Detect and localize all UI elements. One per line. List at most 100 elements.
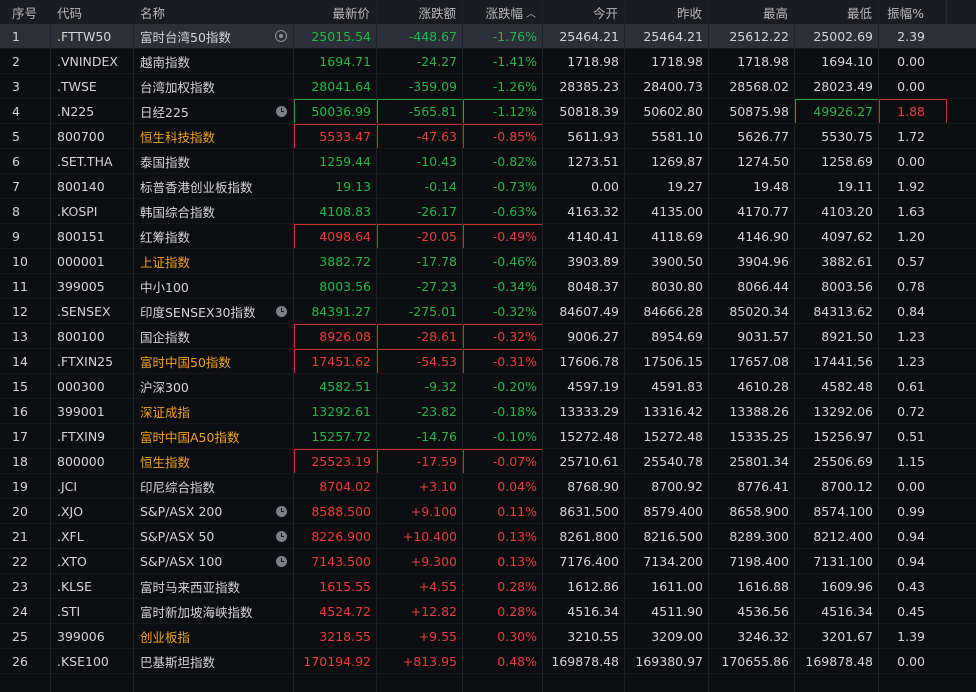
cell-high: 3904.96: [709, 249, 795, 274]
header-open[interactable]: 今开: [543, 0, 625, 24]
cell-low-value: 8700.12: [821, 479, 873, 494]
table-row[interactable]: 16 399001 深证成指 13292.61 -23.82 -0.18% 13333.29…: [0, 399, 976, 424]
cell-open-value: 8631.500: [559, 504, 619, 519]
cell-amplitude: 0.51: [879, 424, 947, 449]
header-code[interactable]: 代码: [51, 0, 134, 24]
table-row[interactable]: 3 .TWSE 台湾加权指数 28041.64 -359.09 -1.26% 28385.2…: [0, 74, 976, 99]
table-row[interactable]: 7 800140 标普香港创业板指数 19.13 -0.14 -0.73% 0.00 19.2…: [0, 174, 976, 199]
table-row[interactable]: 20 .XJO S&P/ASX 200 8588.500 +9.100 0.11% 8631…: [0, 499, 976, 524]
header-index[interactable]: 序号: [0, 0, 51, 24]
header-change[interactable]: 涨跌额: [377, 0, 463, 24]
cell-open-value: 5611.93: [567, 129, 619, 144]
cell-low: 169878.48: [795, 649, 879, 674]
header-name[interactable]: 名称: [134, 0, 294, 24]
cell-open: 84607.49: [543, 299, 625, 324]
cell-prev-close: 1269.87: [625, 149, 709, 174]
table-row[interactable]: 12 .SENSEX 印度SENSEX30指数 84391.27 -275.01 -0.3…: [0, 299, 976, 324]
cell-name: 印尼综合指数: [134, 474, 294, 499]
cell-prev-close: 15272.48: [625, 424, 709, 449]
header-high[interactable]: 最高: [709, 0, 795, 24]
header-change-pct[interactable]: 涨跌幅 ︿: [463, 0, 543, 24]
table-row[interactable]: 8 .KOSPI 韩国综合指数 4108.83 -26.17 -0.63% 4163.32 4…: [0, 199, 976, 224]
cell-open: 4163.32: [543, 199, 625, 224]
cell-open-value: 84607.49: [559, 304, 619, 319]
cell-change: +9.55: [377, 624, 463, 649]
cell-prev-close-value: 8216.500: [643, 529, 703, 544]
cell-name: 富时马来西亚指数: [134, 574, 294, 599]
table-row[interactable]: 19 .JCI 印尼综合指数 8704.02 +3.10 0.04% 8768.90 8700…: [0, 474, 976, 499]
cell-last: 3218.55: [294, 624, 377, 649]
cell-high: 8066.44: [709, 274, 795, 299]
table-row[interactable]: 2 .VNINDEX 越南指数 1694.71 -24.27 -1.41% 1718.98 1…: [0, 49, 976, 74]
cell-index: 6: [0, 149, 51, 174]
table-row[interactable]: 22 .XTO S&P/ASX 100 7143.500 +9.300 0.13% 7176…: [0, 549, 976, 574]
cell-prev-close: 1718.98: [625, 49, 709, 74]
cell-index-value: 18: [12, 454, 28, 469]
cell-code: 800700: [51, 124, 134, 149]
cell-code-value: .FTXIN25: [57, 354, 114, 369]
header-amplitude[interactable]: 振幅%: [879, 0, 947, 24]
table-row[interactable]: 13 800100 国企指数 8926.08 -28.61 -0.32% 9006.27 89…: [0, 324, 976, 349]
cell-change-pct-value: -1.76%: [492, 29, 537, 44]
cell-low-value: 13292.06: [813, 404, 873, 419]
cell-last: 3882.72: [294, 249, 377, 274]
cell-last: 1615.55: [294, 574, 377, 599]
cell-prev-close: 25464.21: [625, 24, 709, 49]
cell-prev-close: 8700.92: [625, 474, 709, 499]
cell-code: .KSE100: [51, 649, 134, 674]
table-header: 序号 代码 名称 最新价 涨跌额 涨跌幅 ︿ 今开 昨收 最高 最低 振幅%: [0, 0, 976, 24]
cell-code-value: 399006: [57, 629, 105, 644]
cell-amplitude: 0.78: [879, 274, 947, 299]
cell-change-value: -448.67: [408, 29, 457, 44]
cell-change: +12.82: [377, 599, 463, 624]
cell-low-value: 49926.27: [813, 104, 873, 119]
header-low[interactable]: 最低: [795, 0, 879, 24]
table-row[interactable]: 1 .FTTW50 富时台湾50指数 25015.54 -448.67 -1.76% 254…: [0, 24, 976, 49]
table-row[interactable]: 21 .XFL S&P/ASX 50 8226.900 +10.400 0.13% 8261…: [0, 524, 976, 549]
cell-index-value: 13: [12, 329, 28, 344]
table-row[interactable]: 25 399006 创业板指 3218.55 +9.55 0.30% 3210.55 3209…: [0, 624, 976, 649]
cell-high: 8289.300: [709, 524, 795, 549]
cell-low: 5530.75: [795, 124, 879, 149]
cell-last: 84391.27: [294, 299, 377, 324]
cell-name-value: 巴基斯坦指数: [140, 655, 216, 670]
cell-code: .STI: [51, 599, 134, 624]
header-last[interactable]: 最新价: [294, 0, 377, 24]
table-row[interactable]: 26 .KSE100 巴基斯坦指数 170194.92 +813.95 0.48% 1698…: [0, 649, 976, 674]
table-row[interactable]: 14 .FTXIN25 富时中国50指数 17451.62 -54.53 -0.31% 17…: [0, 349, 976, 374]
cell-open: 13333.29: [543, 399, 625, 424]
table-row[interactable]: 24 .STI 富时新加坡海峡指数 4524.72 +12.82 0.28% 4516.34…: [0, 599, 976, 624]
cell-name-value: 创业板指: [140, 630, 191, 645]
table-row[interactable]: 4 .N225 日经225 50036.99 -565.81 -1.12% 50818.39…: [0, 99, 976, 124]
cell-high: 8658.900: [709, 499, 795, 524]
cell-change-pct: 0.28%: [463, 574, 543, 599]
cell-prev-close: 8030.80: [625, 274, 709, 299]
header-prev-close[interactable]: 昨收: [625, 0, 709, 24]
cell-name: 日经225: [134, 99, 294, 124]
cell-amplitude-value: 0.94: [897, 529, 925, 544]
table-row[interactable]: 9 800151 红筹指数 4098.64 -20.05 -0.49% 4140.41 411…: [0, 224, 976, 249]
cell-name-value: 富时中国50指数: [140, 355, 231, 370]
cell-amplitude: 0.00: [879, 649, 947, 674]
cell-prev-close: 4135.00: [625, 199, 709, 224]
cell-change-pct-value: -0.46%: [492, 254, 537, 269]
cell-name: 韩国综合指数: [134, 199, 294, 224]
table-row[interactable]: 18 800000 恒生指数 25523.19 -17.59 -0.07% 25710.61…: [0, 449, 976, 474]
cell-prev-close: 17506.15: [625, 349, 709, 374]
cell-change-pct: -0.10%: [463, 424, 543, 449]
table-row[interactable]: 23 .KLSE 富时马来西亚指数 1615.55 +4.55 0.28% 1612.86 1…: [0, 574, 976, 599]
cell-last: 8588.500: [294, 499, 377, 524]
table-row[interactable]: 15 000300 沪深300 4582.51 -9.32 -0.20% 4597.19 45…: [0, 374, 976, 399]
table-row[interactable]: 6 .SET.THA 泰国指数 1259.44 -10.43 -0.82% 1273.51 1…: [0, 149, 976, 174]
table-row[interactable]: 5 800700 恒生科技指数 5533.47 -47.63 -0.85% 5611.93 5…: [0, 124, 976, 149]
cell-open: 15272.48: [543, 424, 625, 449]
cell-name: 台湾加权指数: [134, 74, 294, 99]
table-row[interactable]: 17 .FTXIN9 富时中国A50指数 15257.72 -14.76 -0.10% 15…: [0, 424, 976, 449]
cell-high: 25612.22: [709, 24, 795, 49]
cell-name-value: 印尼综合指数: [140, 480, 216, 495]
table-row[interactable]: 10 000001 上证指数 3882.72 -17.78 -0.46% 3903.89 39…: [0, 249, 976, 274]
table-row[interactable]: 11 399005 中小100 8003.56 -27.23 -0.34% 8048.37 8…: [0, 274, 976, 299]
header-low-label: 最低: [846, 5, 872, 21]
cell-high-value: 4610.28: [737, 379, 789, 394]
column-divider: [133, 0, 134, 692]
